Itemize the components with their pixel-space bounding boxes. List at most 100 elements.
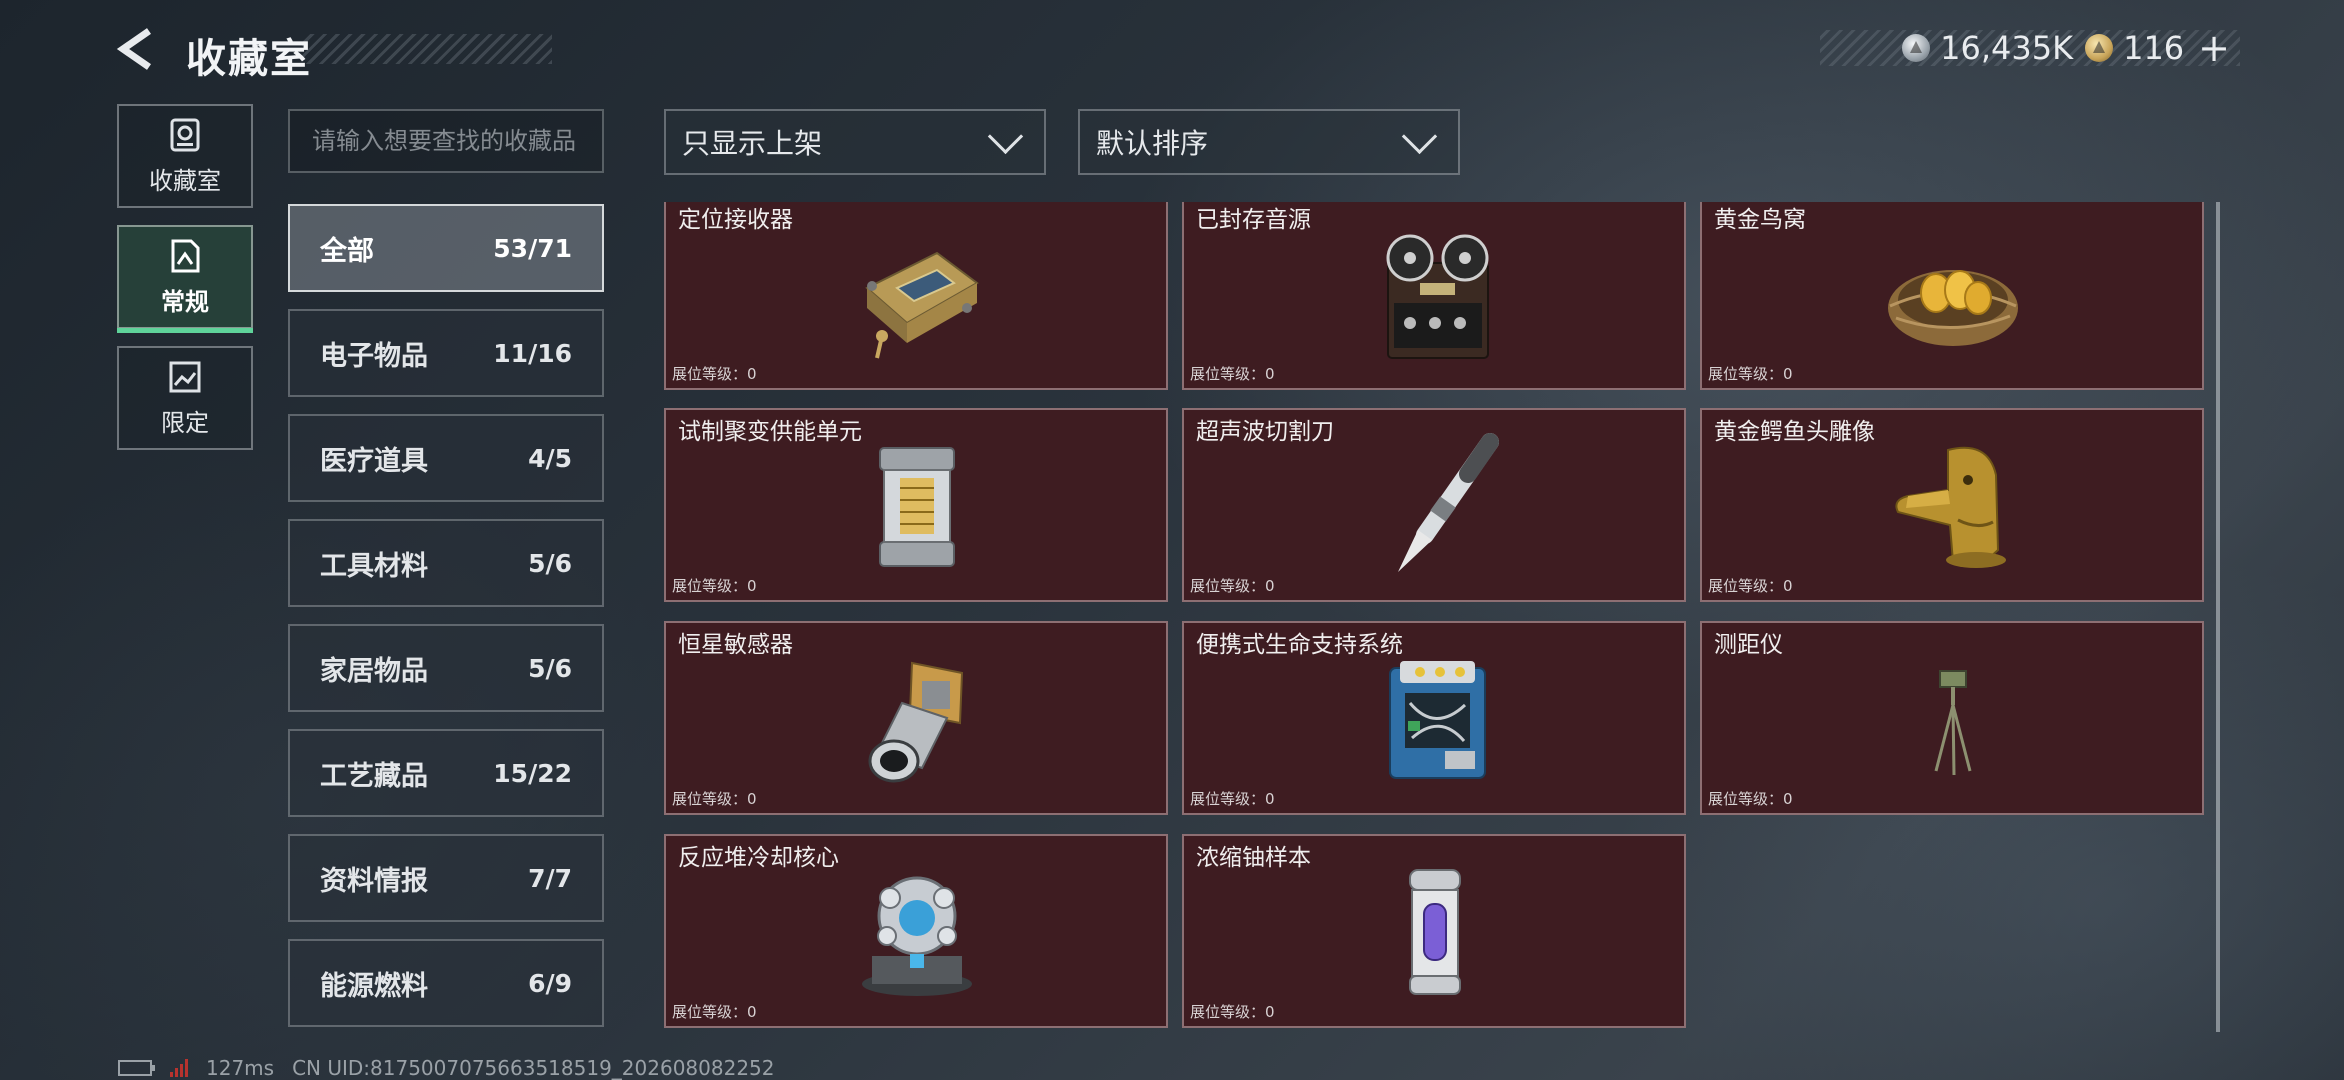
ultrasonic-knife-icon (1398, 433, 1499, 572)
ping-value: 127ms (206, 1056, 275, 1080)
currency-silver-amount: 16,435K (1940, 29, 2074, 67)
sort-value: 默认排序 (1096, 127, 1209, 160)
item-card-locator-receiver[interactable]: 定位接收器 展位等级：0 (664, 202, 1168, 390)
category-intel[interactable]: 资料情报 7/7 (288, 834, 604, 922)
item-card-ultrasonic-knife[interactable]: 超声波切割刀 展位等级：0 (1182, 408, 1686, 602)
grid-scrollbar[interactable] (2216, 202, 2220, 1032)
item-level: 展位等级：0 (672, 790, 757, 808)
tab-regular-label: 常规 (161, 287, 209, 316)
star-sensor-icon (868, 661, 964, 783)
item-name: 黄金鸟窝 (1714, 207, 1806, 233)
page-title: 收藏室 (186, 36, 312, 82)
item-card-fusion-cell[interactable]: 试制聚变供能单元 展位等级：0 (664, 408, 1168, 602)
category-count: 4/5 (528, 443, 572, 473)
category-electronics[interactable]: 电子物品 11/16 (288, 309, 604, 397)
category-name: 全部 (320, 235, 374, 267)
category-name: 家居物品 (320, 655, 428, 687)
category-count: 6/9 (528, 968, 572, 998)
currency-gold: 116 (2085, 29, 2184, 67)
locator-receiver-icon (865, 251, 979, 359)
category-name: 资料情报 (320, 865, 428, 897)
item-level: 展位等级：0 (1190, 1003, 1275, 1021)
item-card-sealed-audio[interactable]: 已封存音源 展位等级：0 (1182, 202, 1686, 390)
item-name: 恒星敏感器 (678, 632, 793, 658)
image-icon (169, 361, 201, 392)
item-card-rangefinder[interactable]: 测距仪 展位等级：0 (1700, 621, 2204, 815)
item-card-golden-nest[interactable]: 黄金鸟窝 展位等级：0 (1700, 202, 2204, 390)
tab-limited-label: 限定 (161, 408, 209, 437)
item-level: 展位等级：0 (1190, 577, 1275, 595)
signal-icon (170, 1059, 188, 1077)
fusion-cell-icon (879, 447, 955, 567)
category-count: 5/6 (528, 548, 572, 578)
tab-vault[interactable]: 收藏室 (117, 104, 253, 208)
item-level: 展位等级：0 (1190, 365, 1275, 383)
item-card-star-sensor[interactable]: 恒星敏感器 展位等级：0 (664, 621, 1168, 815)
silver-coin-icon (1902, 34, 1931, 62)
item-name: 定位接收器 (678, 207, 793, 233)
search-input[interactable] (312, 127, 580, 155)
category-tools[interactable]: 工具材料 5/6 (288, 519, 604, 607)
category-household[interactable]: 家居物品 5/6 (288, 624, 604, 712)
item-card-reactor-core[interactable]: 反应堆冷却核心 展位等级：0 (664, 834, 1168, 1028)
category-name: 工具材料 (320, 550, 428, 582)
tab-limited[interactable]: 限定 (117, 346, 253, 450)
add-currency-button[interactable]: + (2198, 29, 2230, 67)
item-name: 浓缩铀样本 (1196, 845, 1311, 871)
display-filter-dropdown[interactable]: 只显示上架 (664, 109, 1046, 175)
uranium-sample-icon (1409, 869, 1461, 995)
golden-nest-icon (1888, 270, 2018, 346)
category-name: 电子物品 (320, 340, 428, 372)
item-name: 黄金鳄鱼头雕像 (1714, 419, 1875, 445)
item-card-golden-croc-statue[interactable]: 黄金鳄鱼头雕像 展位等级：0 (1700, 408, 2204, 602)
item-level: 展位等级：0 (1708, 790, 1793, 808)
item-card-uranium-sample[interactable]: 浓缩铀样本 展位等级：0 (1182, 834, 1686, 1028)
uid-text: CN UID:8175007075663518519_202608082252 (292, 1056, 775, 1080)
category-count: 5/6 (528, 653, 572, 683)
reactor-core-icon (862, 876, 972, 996)
category-count: 15/22 (493, 758, 572, 788)
status-footer: 127ms CN UID:8175007075663518519_2026080… (118, 1056, 775, 1080)
rangefinder-icon (1934, 670, 1972, 776)
category-name: 医疗道具 (320, 445, 428, 477)
currency-bar: 16,435K 116 + (1820, 29, 2240, 67)
category-name: 能源燃料 (320, 970, 428, 1002)
category-count: 11/16 (493, 338, 572, 368)
category-crafts[interactable]: 工艺藏品 15/22 (288, 729, 604, 817)
reel-recorder-icon (1386, 234, 1489, 359)
item-level: 展位等级：0 (672, 1003, 757, 1021)
sort-dropdown[interactable]: 默认排序 (1078, 109, 1460, 175)
search-field[interactable] (288, 109, 604, 173)
item-level: 展位等级：0 (1708, 577, 1793, 595)
document-icon (171, 239, 200, 272)
currency-silver: 16,435K (1902, 29, 2073, 67)
item-level: 展位等级：0 (1708, 365, 1793, 383)
item-name: 超声波切割刀 (1196, 419, 1334, 445)
item-level: 展位等级：0 (672, 365, 757, 383)
currency-gold-amount: 116 (2123, 29, 2185, 67)
category-all[interactable]: 全部 53/71 (288, 204, 604, 292)
chevron-down-icon (987, 118, 1024, 154)
gold-coin-icon (2085, 34, 2114, 62)
grid-scrollbar-thumb[interactable] (2216, 202, 2220, 1032)
vault-icon (170, 118, 200, 151)
category-energy[interactable]: 能源燃料 6/9 (288, 939, 604, 1027)
item-name: 测距仪 (1714, 632, 1783, 658)
collection-grid: 定位接收器 展位等级：0 已封存音源 展位等级：0 黄金鸟窝 展位等级：0 试制… (660, 202, 2208, 1032)
category-medical[interactable]: 医疗道具 4/5 (288, 414, 604, 502)
item-card-life-support[interactable]: 便携式生命支持系统 展位等级：0 (1182, 621, 1686, 815)
tab-regular[interactable]: 常规 (117, 225, 253, 333)
golden-croc-statue-icon (1895, 446, 2006, 568)
chevron-down-icon (1401, 118, 1438, 154)
item-name: 已封存音源 (1196, 207, 1311, 233)
item-level: 展位等级：0 (672, 577, 757, 595)
item-name: 试制聚变供能单元 (678, 419, 862, 445)
item-name: 反应堆冷却核心 (678, 845, 839, 871)
back-arrow-icon (116, 28, 151, 70)
life-support-icon (1389, 661, 1486, 779)
item-level: 展位等级：0 (1190, 790, 1275, 808)
title-area: 收藏室 (182, 22, 552, 82)
tab-vault-label: 收藏室 (149, 166, 221, 195)
display-filter-value: 只显示上架 (682, 127, 823, 160)
back-button[interactable] (112, 22, 162, 76)
